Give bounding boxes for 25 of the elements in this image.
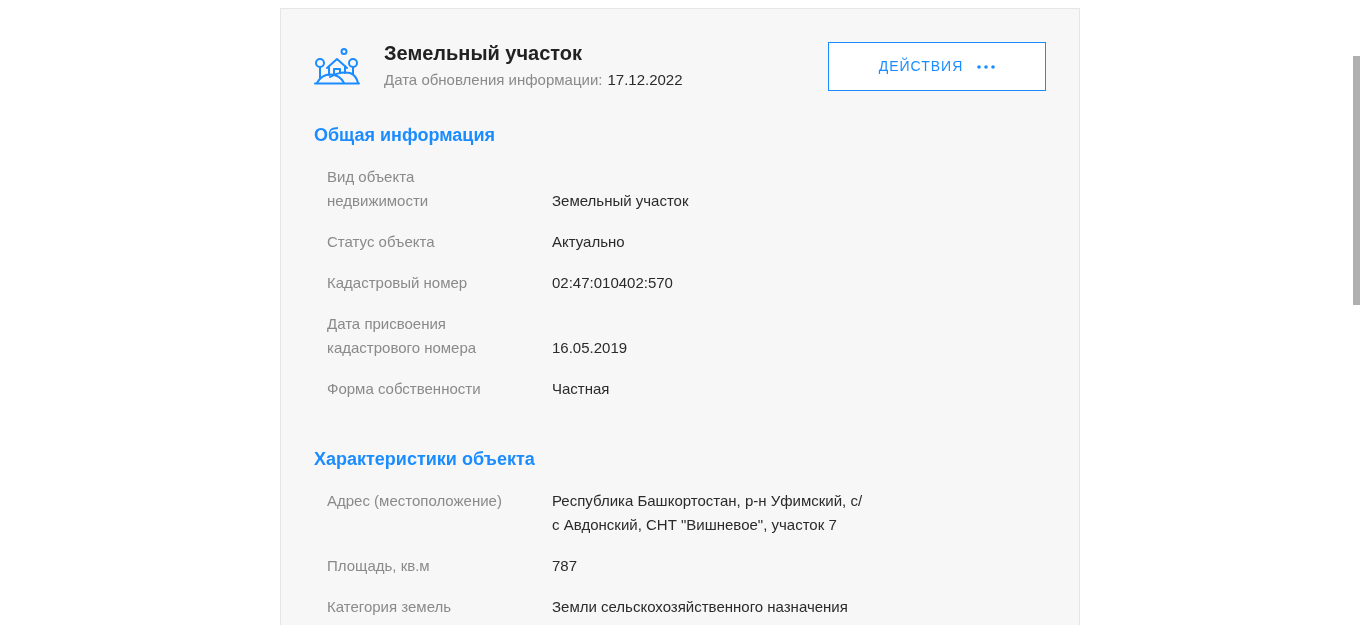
field-value: 16.05.2019 <box>552 338 629 358</box>
update-date-label: Дата обновления информации: <box>384 70 603 90</box>
field-label: Вид объекта недвижимости <box>327 167 430 211</box>
field-label: Кадастровый номер <box>327 273 469 293</box>
field-value: Республика Башкортостан, р-н Уфимский, с/с Авдонский, СНТ "Вишневое", участок 7 <box>552 491 864 535</box>
field-value: Частная <box>552 379 611 399</box>
field-value: Земли сельскохозяйственного назначения <box>552 597 849 617</box>
field-value: 787 <box>552 556 579 576</box>
field-label: Адрес (местоположение) <box>327 491 503 511</box>
section-heading: Общая информация <box>314 124 495 147</box>
object-title: Земельный участок <box>384 41 584 65</box>
more-icon <box>977 64 996 69</box>
field-label: Форма собственности <box>327 379 482 399</box>
field-label: Статус объекта <box>327 232 436 252</box>
scrollbar-thumb[interactable] <box>1353 56 1360 305</box>
section-heading: Характеристики объекта <box>314 448 535 471</box>
house-with-trees-icon <box>314 48 360 85</box>
field-label: Категория земель <box>327 597 453 617</box>
field-label: Площадь, кв.м <box>327 556 431 576</box>
update-date: 17.12.2022 <box>607 70 683 90</box>
field-value: Актуально <box>552 232 626 252</box>
actions-button[interactable]: ДЕЙСТВИЯ <box>828 42 1046 91</box>
field-value: 02:47:010402:570 <box>552 273 674 293</box>
field-label: Дата присвоения кадастрового номера <box>327 314 478 358</box>
field-value: Земельный участок <box>552 191 690 211</box>
